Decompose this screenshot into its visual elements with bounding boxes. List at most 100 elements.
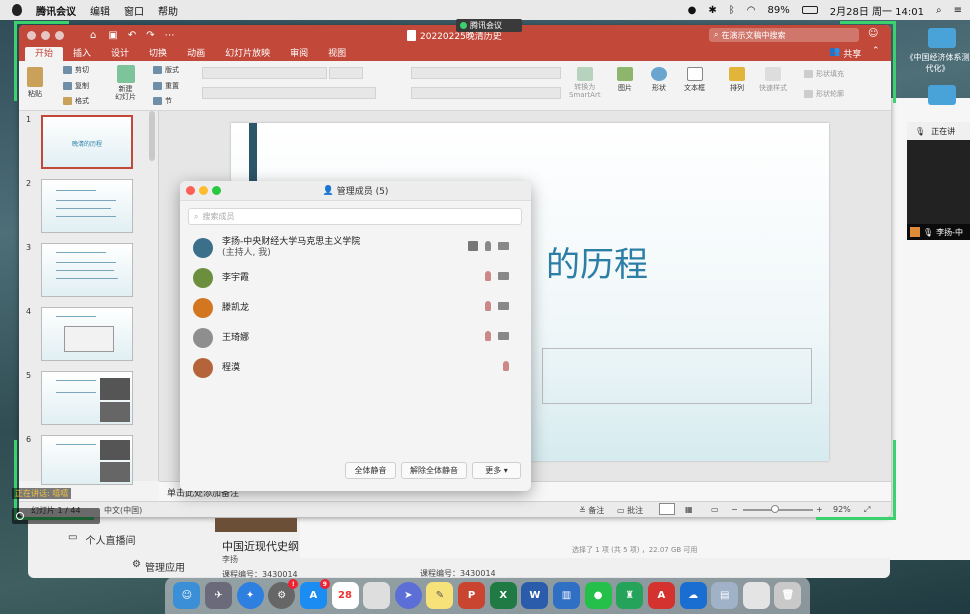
zoom-slider-knob[interactable]	[771, 505, 779, 513]
launchpad-icon[interactable]: ✈	[204, 582, 232, 609]
home-icon[interactable]: ⌂	[90, 30, 96, 41]
mic-muted-icon[interactable]	[485, 301, 491, 311]
language[interactable]: 中文(中国)	[104, 505, 142, 516]
slide-thumbnail-3[interactable]	[41, 243, 133, 297]
shape-fill-button[interactable]: 形状填充	[804, 69, 844, 79]
shape-button[interactable]: 形状	[651, 67, 667, 93]
menu-edit[interactable]: 编辑	[90, 3, 110, 18]
textbox-button[interactable]: 文本框	[684, 67, 705, 93]
camera-off-icon[interactable]	[498, 302, 509, 310]
screen-share-icon[interactable]	[468, 241, 478, 251]
arrange-button[interactable]: 排列	[729, 67, 745, 93]
battery-label[interactable]: 89%	[768, 5, 790, 16]
video-thumbnail[interactable]: 🎙 正在讲 🎙 李扬-中	[907, 122, 970, 240]
system-preferences-icon[interactable]: ⚙!	[268, 579, 299, 609]
fit-slide-icon[interactable]: ⤢	[864, 505, 870, 515]
slide-thumbnail-pane[interactable]: 1 晚清的历程 2 3 4 5 6	[19, 111, 159, 485]
member-row[interactable]: 李扬-中央财经大学马克思主义学院 (主持人, 我)	[193, 235, 523, 261]
cut-button[interactable]: 剪切	[63, 65, 89, 75]
tab-animations[interactable]: 动画	[177, 47, 215, 61]
zoom-out-icon[interactable]: −	[731, 505, 738, 514]
document-icon[interactable]	[742, 582, 770, 609]
tab-insert[interactable]: 插入	[63, 47, 101, 61]
convert-smartart-button[interactable]: 转换为 SmartArt	[569, 67, 601, 99]
battery-icon[interactable]	[801, 6, 818, 14]
apple-icon[interactable]	[12, 4, 22, 16]
search-icon[interactable]: ⌕	[936, 5, 942, 16]
settings-icon[interactable]: ✱	[708, 5, 716, 16]
mic-muted-icon[interactable]	[485, 271, 491, 281]
mute-all-button[interactable]: 全体静音	[345, 462, 396, 479]
meeting-share-badge[interactable]: 腾讯会议	[456, 19, 522, 32]
reset-button[interactable]: 重置	[153, 81, 179, 91]
tab-slideshow[interactable]: 幻灯片放映	[215, 47, 280, 61]
close-button[interactable]	[27, 30, 36, 40]
slideshow-view-icon[interactable]: ▭	[711, 505, 719, 514]
desktop-file-label[interactable]: 《中国经济体系测 代化》	[905, 52, 970, 74]
layout-button[interactable]: 版式	[153, 65, 179, 75]
member-row[interactable]: 滕凯龙	[193, 295, 523, 321]
section-button[interactable]: 节	[153, 96, 172, 106]
wifi-icon[interactable]: ◠	[747, 5, 756, 16]
slide-thumbnail-6[interactable]	[41, 435, 133, 485]
more-button[interactable]: 更多 ▾	[472, 462, 521, 479]
quick-styles-button[interactable]: 快速样式	[759, 67, 787, 93]
format-painter-button[interactable]: 格式	[63, 96, 89, 106]
sorter-view-icon[interactable]: ▦	[685, 505, 693, 514]
calculator-icon[interactable]	[363, 582, 391, 609]
wechat-icon[interactable]: ●	[688, 5, 697, 16]
lark-icon[interactable]: ➤	[394, 582, 422, 609]
cloud-drive-icon[interactable]: ☁	[679, 582, 707, 609]
tab-home[interactable]: 开始	[25, 47, 64, 61]
zoom-button[interactable]	[212, 186, 221, 195]
shape-outline-button[interactable]: 形状轮廓	[804, 89, 844, 99]
font-format-group[interactable]	[202, 87, 376, 99]
camera-off-icon[interactable]	[498, 272, 509, 280]
member-row[interactable]: 程漠	[193, 355, 523, 381]
collapse-ribbon-icon[interactable]: ⌃	[872, 46, 880, 56]
close-button[interactable]	[186, 186, 195, 195]
slide-thumbnail-2[interactable]	[41, 179, 133, 233]
notes-button[interactable]: ≚ 备注	[579, 505, 604, 516]
camera-icon[interactable]	[498, 242, 509, 250]
acrobat-icon[interactable]: A	[647, 582, 675, 609]
slide-thumbnail-4[interactable]	[41, 307, 133, 361]
thumb-scrollbar[interactable]	[149, 111, 155, 161]
tencent-meeting-icon[interactable]: ▥	[553, 582, 580, 609]
subtitle-placeholder[interactable]	[542, 348, 812, 404]
font-size-select[interactable]	[329, 67, 363, 79]
excel-icon[interactable]: X	[489, 582, 517, 609]
folder-icon[interactable]	[928, 28, 956, 48]
account-icon[interactable]: ☺	[868, 28, 878, 39]
menu-help[interactable]: 帮助	[158, 3, 178, 18]
clock[interactable]: 2月28日 周一 14:01	[830, 3, 924, 18]
zoom-in-icon[interactable]: +	[816, 505, 823, 514]
copy-button[interactable]: 复制	[63, 81, 89, 91]
bluetooth-icon[interactable]: ᛒ	[729, 5, 735, 16]
font-name-select[interactable]	[202, 67, 327, 79]
mic-muted-icon[interactable]	[503, 361, 509, 371]
slide-title[interactable]: 的历程	[546, 237, 648, 286]
redo-icon[interactable]: ↷	[146, 30, 154, 41]
member-search-input[interactable]: ⌕ 搜索成员	[188, 208, 522, 225]
trash-icon[interactable]: 🗑	[774, 582, 802, 609]
downloads-folder-icon[interactable]: ▤	[711, 582, 739, 609]
folder-icon[interactable]	[928, 85, 956, 105]
slide-thumbnail-5[interactable]	[41, 371, 133, 425]
meeting-toolbar-mini[interactable]	[12, 508, 100, 524]
zoom-button[interactable]	[55, 30, 64, 40]
mic-icon[interactable]	[485, 241, 491, 251]
live-room-item[interactable]: ▭ 个人直播间	[68, 532, 135, 547]
mic-muted-icon[interactable]	[485, 331, 491, 341]
member-row[interactable]: 李宇霞	[193, 265, 523, 291]
calendar-icon[interactable]: 28	[331, 582, 359, 609]
app-store-icon[interactable]: A9	[299, 579, 330, 609]
share-button[interactable]: 👥 共享	[829, 47, 861, 60]
more-icon[interactable]: ⋯	[165, 30, 175, 41]
evernote-icon[interactable]: ♜	[616, 582, 644, 609]
undo-icon[interactable]: ↶	[128, 30, 136, 41]
normal-view-icon[interactable]	[659, 503, 675, 515]
save-icon[interactable]: ▣	[108, 30, 117, 41]
powerpoint-icon[interactable]: P	[458, 582, 486, 609]
paragraph-list-group[interactable]	[411, 67, 561, 79]
